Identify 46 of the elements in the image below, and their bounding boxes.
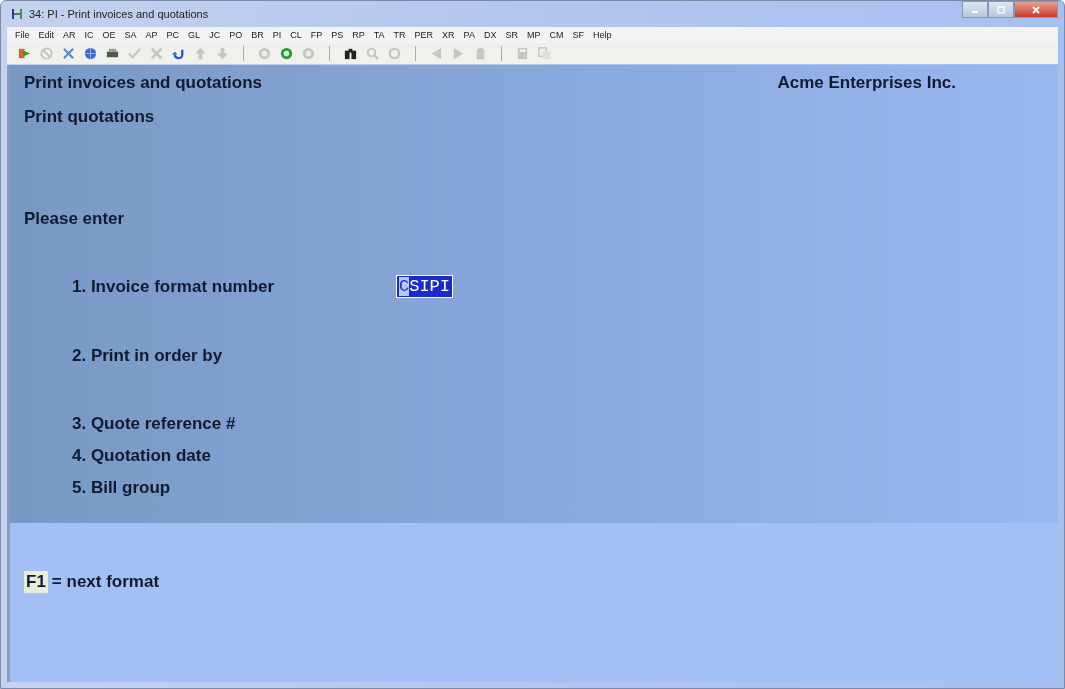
menu-item[interactable]: AP: [145, 30, 158, 40]
screen-subtitle: Print quotations: [24, 107, 155, 127]
field-label: 2. Print in order by: [72, 346, 224, 366]
menu-item[interactable]: CM: [549, 30, 564, 40]
minimize-button[interactable]: [962, 1, 988, 18]
menu-item[interactable]: BR: [251, 30, 264, 40]
close-button[interactable]: [1014, 1, 1058, 18]
menu-item[interactable]: TA: [373, 30, 385, 40]
menu-item[interactable]: XR: [442, 30, 455, 40]
menu-item[interactable]: PO: [229, 30, 243, 40]
menu-item[interactable]: SF: [572, 30, 584, 40]
menu-item[interactable]: MP: [527, 30, 541, 40]
menu-item[interactable]: PS: [331, 30, 344, 40]
menu-item[interactable]: JC: [209, 30, 221, 40]
menu-item[interactable]: GL: [188, 30, 201, 40]
hint-text: = next format: [51, 572, 160, 592]
maximize-icon: [996, 5, 1006, 14]
menu-item[interactable]: Edit: [38, 30, 55, 40]
menu-item[interactable]: IC: [84, 30, 94, 40]
field-label: 3. Quote reference #: [72, 414, 237, 434]
menu-item[interactable]: TR: [393, 30, 406, 40]
menu-item[interactable]: PER: [414, 30, 434, 40]
menu-item[interactable]: PA: [463, 30, 475, 40]
menu-item[interactable]: AR: [63, 30, 76, 40]
field-label: 1. Invoice format number: [72, 276, 276, 297]
function-key[interactable]: F1: [24, 571, 48, 593]
menu-item[interactable]: SR: [505, 30, 518, 40]
field-label: 5. Bill group: [72, 478, 172, 498]
menu-item[interactable]: Help: [593, 30, 612, 40]
window-title: 34: PI - Print invoices and quotations: [29, 8, 209, 20]
app-icon: [11, 7, 25, 21]
menu-item[interactable]: PI: [272, 30, 282, 40]
menu-item[interactable]: SA: [124, 30, 137, 40]
screen-title: Print invoices and quotations: [24, 73, 263, 93]
maximize-button[interactable]: [988, 1, 1014, 18]
menu-item[interactable]: DX: [483, 30, 497, 40]
menu-item[interactable]: OE: [102, 30, 116, 40]
close-icon: [1031, 5, 1041, 14]
menu-item[interactable]: File: [15, 30, 30, 40]
company-name: Acme Enterprises Inc.: [777, 73, 956, 93]
menu-item[interactable]: FP: [310, 30, 323, 40]
prompt-text: Please enter: [24, 209, 125, 229]
menu-item[interactable]: RP: [352, 30, 365, 40]
menu-item[interactable]: CL: [290, 30, 302, 40]
menu-item[interactable]: PC: [166, 30, 180, 40]
field-label: 4. Quotation date: [72, 446, 212, 466]
